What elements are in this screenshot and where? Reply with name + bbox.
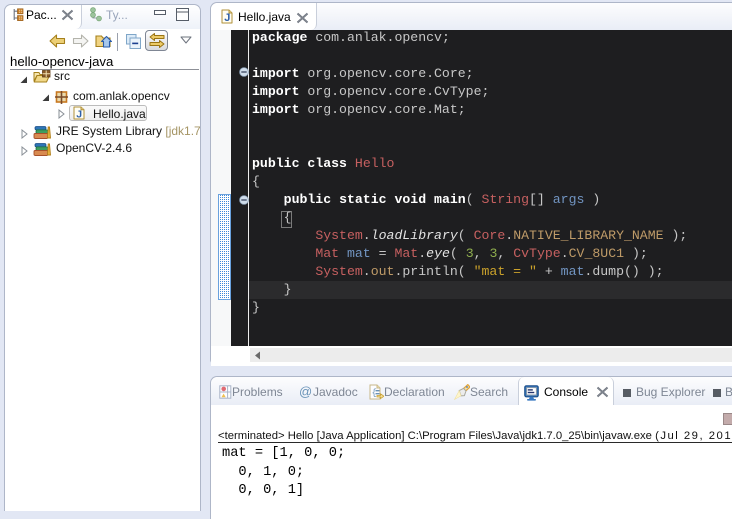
svg-text:J: J <box>76 109 82 120</box>
svg-text:J: J <box>224 12 230 24</box>
